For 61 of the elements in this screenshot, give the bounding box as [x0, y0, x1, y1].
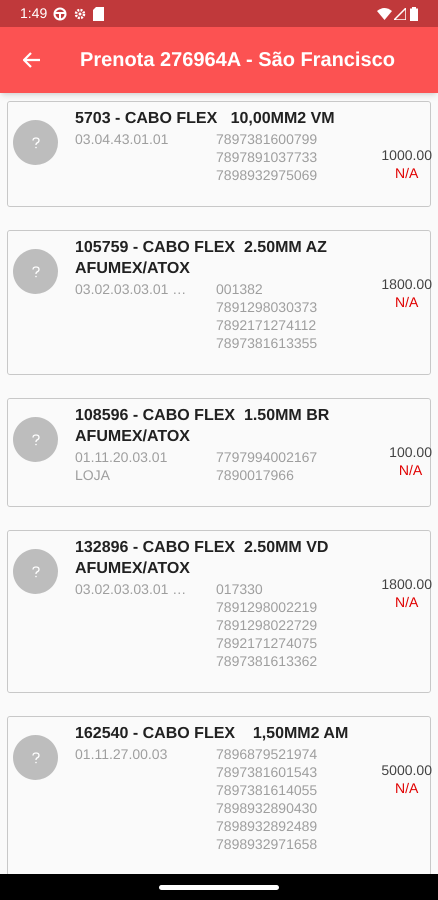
barcode-number: 017330: [216, 580, 264, 598]
placeholder-avatar-icon: [13, 417, 58, 462]
barcode-number: 7892171274075: [216, 634, 318, 652]
item-card[interactable]: 132896 - CABO FLEX 2.50MM VD AFUMEX/ATOX 03.02.03.03.01 … 017330 7891298002219 7891298022729 7892171274075 7897381613362 1800.00 N/A: [7, 530, 431, 693]
screen-title: Prenota 276964A - São Francisco: [80, 48, 395, 73]
location-code: 03.02.03.03.01 …: [75, 580, 188, 598]
barcode-number: 7891298030373: [216, 298, 318, 316]
barcode-number: 7891298022729: [216, 616, 318, 634]
status-label: N/A: [395, 293, 418, 311]
placeholder-avatar-icon: [13, 549, 58, 594]
barcode-number: 7898932890430: [216, 799, 318, 817]
wifi-icon: [377, 8, 392, 20]
item-title: 108596 - CABO FLEX 1.50MM BR AFUMEX/ATOX: [75, 406, 330, 447]
status-label: N/A: [398, 461, 422, 479]
status-time: 1:49: [20, 4, 48, 23]
quantity: 1000.00: [381, 146, 432, 164]
barcode-number: 7797994002167: [216, 448, 318, 466]
signal-icon: [394, 8, 406, 20]
status-label: N/A: [395, 164, 418, 182]
location-code: 01.11.20.03.01: [75, 448, 168, 466]
barcode-number: 7898932971658: [216, 835, 318, 853]
item-card[interactable]: 105759 - CABO FLEX 2.50MM AZ AFUMEX/ATOX 03.02.03.03.01 … 001382 7891298030373 7892171274112 7897381613355 1800.00 N/A: [7, 230, 431, 375]
battery-icon: [410, 6, 418, 20]
status-label: N/A: [395, 779, 418, 797]
barcode-number: 7891298002219: [216, 598, 318, 616]
location-code: 03.04.43.01.01: [75, 130, 170, 148]
item-title: 162540 - CABO FLEX 1,50MM2 AM: [75, 724, 350, 744]
placeholder-avatar-icon: [13, 120, 58, 165]
quantity: 1800.00: [381, 575, 432, 593]
item-card[interactable]: 5703 - CABO FLEX 10,00MM2 VM 03.04.43.01.01 7897381600799 7897891037733 7898932975069 1000.00 N/A: [7, 101, 431, 207]
item-title: 5703 - CABO FLEX 10,00MM2 VM: [75, 109, 336, 129]
quantity: 5000.00: [381, 761, 432, 779]
barcode-number: 7897381613362: [216, 652, 318, 670]
placeholder-avatar-icon: [13, 735, 58, 780]
barcode-number: 7897381601543: [216, 763, 318, 781]
placeholder-avatar-icon: [13, 249, 58, 294]
item-title: 105759 - CABO FLEX 2.50MM AZ AFUMEX/ATOX: [75, 238, 328, 279]
barcode-number: 7897381613355: [216, 334, 318, 352]
barcode-number: 7898932892489: [216, 817, 318, 835]
barcode-number: 001382: [216, 280, 264, 298]
home-handle[interactable]: [159, 884, 279, 890]
barcode-number: 7897381600799: [216, 130, 318, 148]
barcode-number: 7897381614055: [216, 781, 318, 799]
steering-wheel-icon: [53, 6, 68, 20]
barcode-number: 7897891037733: [216, 148, 318, 166]
item-card[interactable]: 108596 - CABO FLEX 1.50MM BR AFUMEX/ATOX 01.11.20.03.01 LOJA 7797994002167 7890017966 100.00 N/A: [7, 398, 431, 507]
item-card[interactable]: 162540 - CABO FLEX 1,50MM2 AM 01.11.27.00.03 7896879521974 7897381601543 7897381614055 7898932890430 7898932892489 7898932971658 5000.00 N/A: [7, 716, 431, 874]
status-label: N/A: [395, 593, 418, 611]
barcode-number: 7896879521974: [216, 745, 318, 763]
item-title: 132896 - CABO FLEX 2.50MM VD AFUMEX/ATOX: [75, 538, 330, 579]
location-code: 03.02.03.03.01 …: [75, 280, 188, 298]
barcode-number: 7890017966: [216, 466, 295, 484]
barcode-number: 7898932975069: [216, 166, 318, 184]
gear-icon: [73, 6, 88, 20]
location-code: LOJA: [75, 466, 112, 484]
barcode-number: 7892171274112: [216, 316, 318, 334]
quantity: 100.00: [389, 443, 432, 461]
quantity: 1800.00: [381, 275, 432, 293]
back-arrow-icon[interactable]: [23, 52, 41, 68]
sd-card-icon: [93, 6, 104, 20]
location-code: 01.11.27.00.03: [75, 745, 168, 763]
